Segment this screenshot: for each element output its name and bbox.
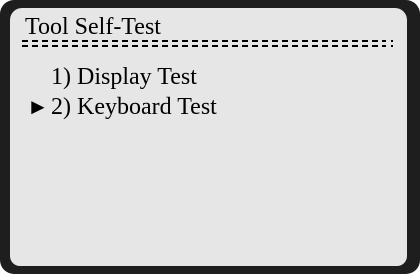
menu-item-label: 1) Display Test — [51, 64, 197, 90]
selection-arrow-icon: ► — [27, 94, 49, 119]
menu-item-label: 2) Keyboard Test — [51, 94, 217, 120]
menu-item-keyboard-test[interactable]: ► 2) Keyboard Test — [25, 92, 217, 122]
screen-title: Tool Self-Test — [25, 14, 161, 40]
separator-colon-bottom — [391, 45, 393, 47]
test-menu: 1) Display Test ► 2) Keyboard Test — [25, 62, 217, 122]
menu-item-display-test[interactable]: 1) Display Test — [25, 62, 217, 92]
lcd-screen: Tool Self-Test 1) Display Test ► 2) Keyb… — [10, 8, 407, 266]
separator-dashes-top — [22, 40, 386, 42]
separator-colon-top — [391, 40, 393, 42]
title-separator — [22, 40, 396, 49]
separator-dashes-bottom — [22, 45, 386, 47]
device-bezel: Tool Self-Test 1) Display Test ► 2) Keyb… — [0, 0, 420, 274]
